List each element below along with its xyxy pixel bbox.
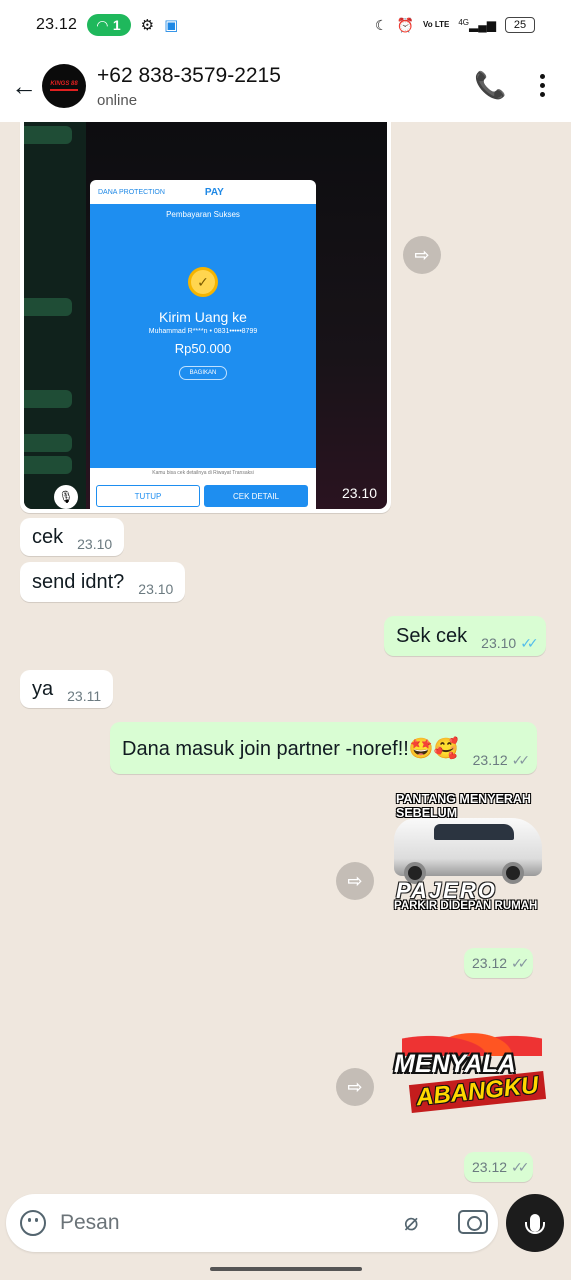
settings-gear-icon: ⚙	[140, 17, 155, 34]
forward-icon[interactable]: ⇨	[336, 1068, 374, 1106]
chat-chip	[24, 390, 72, 408]
message-bubble-outgoing[interactable]: Sek cek 23.10 ✓✓	[384, 616, 546, 656]
message-input[interactable]	[60, 1204, 390, 1242]
chat-header: ← KINGS 88 +62 838-3579-2215 online 📞	[0, 50, 571, 122]
battery-level: 25	[513, 19, 527, 31]
gesture-handle[interactable]	[210, 1267, 362, 1271]
dana-pay-label: PAY	[204, 186, 224, 198]
sticker-time-badge: 23.12 ✓✓	[464, 1152, 533, 1182]
dana-success-panel: Pembayaran Sukses ✓ Kirim Uang ke Muhamm…	[90, 204, 316, 468]
message-time: 23.12	[472, 1159, 508, 1175]
message-bubble-incoming[interactable]: ya 23.11	[20, 670, 114, 708]
status-time: 23.12	[36, 16, 78, 33]
dana-close-button: TUTUP	[96, 485, 200, 507]
image-content[interactable]: DANA PROTECTION PAY Pembayaran Sukses ✓ …	[24, 122, 387, 509]
message-time: 23.10	[481, 635, 517, 651]
moon-icon: ☾	[374, 16, 388, 33]
back-arrow-icon[interactable]: ←	[6, 71, 42, 102]
message-bubble-incoming[interactable]: send idnt? 23.10	[20, 562, 186, 602]
chat-area[interactable]: DANA PROTECTION PAY Pembayaran Sukses ✓ …	[0, 122, 571, 1190]
avatar-logo-bar	[50, 89, 78, 91]
sticker-menyala[interactable]: MENYALA ABANGKU	[392, 1016, 548, 1128]
car-wheel	[502, 862, 524, 884]
screenshot-left-panel	[24, 122, 86, 509]
contact-status: online	[97, 91, 138, 109]
message-text: Dana masuk join partner -noref!!🤩🥰	[122, 737, 459, 760]
delivered-ticks-icon: ✓✓	[511, 954, 530, 971]
forward-icon[interactable]: ⇨	[336, 862, 374, 900]
dana-footer-note: Kamu bisa cek detailnya di Riwayat Trans…	[152, 470, 254, 476]
sticker-time-badge: 23.12 ✓✓	[464, 948, 533, 978]
alarm-icon: ⏰	[396, 16, 414, 33]
mic-icon	[525, 1214, 545, 1234]
composer-bar: ⌀	[0, 1190, 571, 1258]
sticker-pajero[interactable]: PANTANG MENYERAH SEBELUM PAJERO PARKIR D…	[390, 790, 546, 916]
dana-recipient: Muhammad R****n • 0831•••••8799	[148, 328, 258, 335]
message-time: 23.10	[77, 536, 113, 552]
avatar-logo-text: KINGS 88	[50, 81, 78, 87]
dana-receipt: DANA PROTECTION PAY Pembayaran Sukses ✓ …	[90, 180, 316, 509]
network-type: 4G	[458, 18, 470, 27]
car-image	[394, 818, 542, 884]
hotspot-badge: ◠ 1	[87, 14, 131, 36]
attach-icon[interactable]: ⌀	[404, 1208, 418, 1237]
dana-headline: Kirim Uang ke	[159, 309, 247, 325]
message-text: ya	[32, 677, 54, 700]
mic-icon: 🎙	[54, 485, 78, 509]
message-time: 23.10	[138, 581, 174, 597]
signal-icon: 4G▂▄▆	[458, 18, 496, 32]
composer-pill: ⌀	[6, 1194, 498, 1252]
battery-icon: 25	[505, 17, 535, 33]
more-vert-icon[interactable]	[532, 70, 552, 100]
app-notification-icon: ▣	[164, 17, 179, 34]
message-bubble-outgoing[interactable]: Dana masuk join partner -noref!!🤩🥰 23.12…	[110, 722, 538, 774]
message-time: 23.12	[472, 955, 508, 971]
delivered-ticks-icon: ✓✓	[511, 751, 531, 768]
coin-icon: ✓	[188, 267, 218, 297]
message-text: cek	[32, 525, 64, 548]
read-ticks-icon: ✓✓	[520, 634, 539, 651]
chat-chip	[24, 298, 72, 316]
system-nav-bar	[0, 1258, 571, 1280]
message-time: 23.12	[472, 752, 508, 768]
dana-status: Pembayaran Sukses	[166, 210, 240, 219]
chat-chip	[24, 126, 72, 144]
delivered-ticks-icon: ✓✓	[511, 1158, 530, 1175]
sticker-text: PANTANG MENYERAH	[396, 792, 531, 806]
message-time: 23.11	[67, 688, 102, 704]
message-bubble-incoming[interactable]: cek 23.10	[20, 518, 125, 556]
message-time: 23.10	[341, 485, 377, 501]
car-window	[434, 824, 514, 840]
add-call-icon[interactable]: 📞	[474, 70, 506, 101]
image-message[interactable]: DANA PROTECTION PAY Pembayaran Sukses ✓ …	[20, 122, 391, 513]
contact-info[interactable]: +62 838-3579-2215 online	[97, 64, 281, 109]
message-text: send idnt?	[32, 570, 125, 593]
emoji-icon[interactable]	[20, 1210, 46, 1236]
dana-brand: DANA PROTECTION	[98, 188, 165, 196]
mic-button[interactable]	[506, 1194, 564, 1252]
wifi-icon: ◠	[97, 16, 108, 33]
contact-name: +62 838-3579-2215	[97, 63, 281, 87]
chat-chip	[24, 434, 72, 452]
message-text: Sek cek	[396, 624, 468, 647]
status-bar: 23.12 ◠ 1 ⚙ ▣ ☾ ⏰ Vo LTE 4G▂▄▆ 25	[0, 0, 571, 50]
dana-detail-button: CEK DETAIL	[204, 485, 308, 507]
hotspot-count: 1	[112, 17, 121, 33]
dana-amount: Rp50.000	[174, 341, 232, 356]
sticker-text: PARKIR DIDEPAN RUMAH	[394, 900, 538, 912]
volte-indicator: Vo LTE	[422, 20, 450, 29]
camera-icon[interactable]	[458, 1210, 488, 1234]
dana-share-button: BAGIKAN	[178, 366, 228, 380]
dana-topbar: DANA PROTECTION PAY	[90, 180, 316, 204]
avatar[interactable]: KINGS 88	[42, 64, 86, 108]
sticker-text: MENYALA	[394, 1050, 516, 1078]
chat-chip	[24, 456, 72, 474]
forward-icon[interactable]: ⇨	[403, 236, 441, 274]
